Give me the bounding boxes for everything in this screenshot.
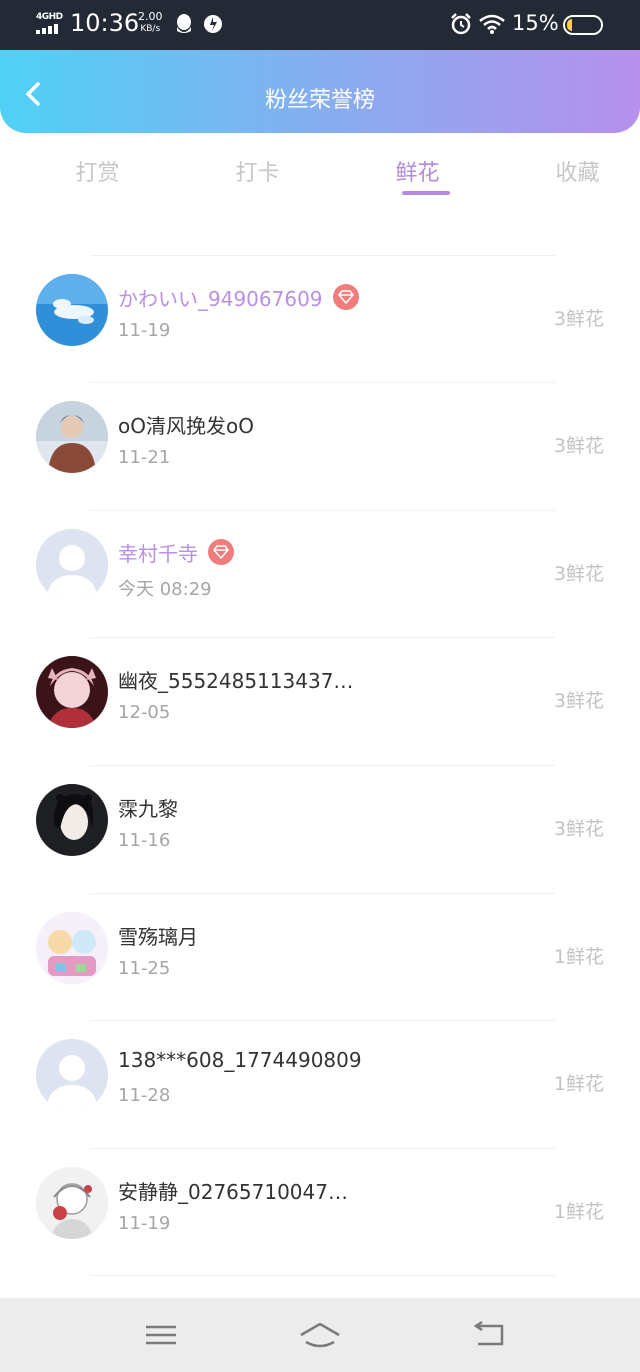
name-line: 霂九黎 bbox=[118, 793, 178, 822]
flower-count: 1鲜花 bbox=[553, 945, 604, 968]
home-icon[interactable] bbox=[298, 1320, 342, 1350]
tab-label: 收藏 bbox=[555, 161, 600, 186]
flower-count: 3鲜花 bbox=[553, 435, 604, 458]
fan-list-item[interactable]: 12-053鲜花 bbox=[0, 218, 640, 256]
tab-label: 打卡 bbox=[235, 161, 280, 186]
diamond-icon bbox=[332, 284, 359, 311]
active-tab-indicator bbox=[402, 191, 450, 195]
name-line: 幸村千寺 bbox=[118, 538, 234, 567]
fan-date: 11-25 bbox=[118, 957, 171, 979]
fan-list-item[interactable]: oO清风挽发oO 11-21 3鲜花 bbox=[0, 383, 640, 511]
fan-list-item[interactable]: 幸村千寺今天 08:29 3鲜花 bbox=[0, 511, 640, 639]
fan-name: 幽夜_5552485113437… bbox=[118, 669, 354, 694]
fan-name: oO清风挽发oO bbox=[118, 414, 254, 439]
flower-count: 3鲜花 bbox=[553, 562, 604, 585]
wifi-icon bbox=[479, 14, 505, 34]
tab-flowers[interactable]: 鲜花 bbox=[355, 133, 480, 217]
speed-unit: KB/s bbox=[140, 24, 161, 34]
tab-reward[interactable]: 打赏 bbox=[35, 133, 160, 217]
app-icon bbox=[204, 15, 222, 33]
network-type: 4GHD bbox=[36, 12, 63, 22]
battery-icon bbox=[563, 15, 603, 35]
name-line: 138***608_1774490809 bbox=[118, 1048, 362, 1072]
fan-list-item[interactable]: かわいい_949067609 11-19 3鲜花 bbox=[0, 256, 640, 384]
fan-date: 11-19 bbox=[118, 1212, 171, 1234]
flower-count: 1鲜花 bbox=[553, 1200, 604, 1223]
name-line: 幽夜_5552485113437… bbox=[118, 665, 353, 694]
name-line: かわいい_949067609 bbox=[118, 283, 359, 312]
avatar[interactable] bbox=[36, 401, 108, 474]
fan-date: 12-05 bbox=[118, 702, 171, 724]
tab-label: 打赏 bbox=[75, 161, 120, 186]
flower-count: 3鲜花 bbox=[553, 690, 604, 713]
fan-date: 11-21 bbox=[118, 447, 171, 469]
fan-name: 安静静_02765710047… bbox=[118, 1179, 348, 1204]
fan-list-item[interactable]: 霂九黎 11-16 3鲜花 bbox=[0, 766, 640, 894]
fan-list-item[interactable]: 138***608_1774490809 11-28 1鲜花 bbox=[0, 1021, 640, 1149]
fan-date: 11-16 bbox=[118, 829, 171, 851]
tab-label: 鲜花 bbox=[395, 161, 440, 186]
fan-name: 138***608_1774490809 bbox=[118, 1048, 362, 1073]
status-bar: 4GHD 10:36 2.00 KB/s 15% bbox=[0, 0, 640, 50]
fan-date: 11-28 bbox=[118, 1085, 171, 1107]
flower-count: 1鲜花 bbox=[553, 1073, 604, 1096]
tab-checkin[interactable]: 打卡 bbox=[195, 133, 320, 217]
name-line: 安静静_02765710047… bbox=[118, 1176, 348, 1205]
network-speed: 2.00 KB/s bbox=[138, 11, 163, 35]
avatar[interactable] bbox=[36, 1166, 108, 1239]
page-title: 粉丝荣誉榜 bbox=[264, 88, 375, 113]
avatar[interactable] bbox=[36, 1039, 108, 1112]
tab-bar: 打赏 打卡 鲜花 收藏 bbox=[0, 133, 640, 217]
fan-name: 幸村千寺 bbox=[118, 541, 198, 566]
tab-favorites[interactable]: 收藏 bbox=[515, 133, 640, 217]
fan-list[interactable]: 12-053鲜花かわいい_94906760911-193鲜花oO清风挽发oO11… bbox=[0, 218, 640, 1298]
fan-date: 11-19 bbox=[118, 319, 171, 341]
avatar[interactable] bbox=[36, 528, 108, 601]
speed-value: 2.00 bbox=[138, 10, 163, 23]
name-line: 雪殇璃月 bbox=[118, 921, 198, 950]
fan-name: 雪殇璃月 bbox=[118, 924, 198, 949]
fan-list-item[interactable]: 安静静_02765710047… 11-19 1鲜花 bbox=[0, 1149, 640, 1277]
avatar[interactable] bbox=[36, 273, 108, 346]
fan-list-item[interactable]: 幽夜_5552485113437… 12-05 3鲜花 bbox=[0, 638, 640, 766]
name-line: oO清风挽发oO bbox=[118, 410, 254, 439]
avatar[interactable] bbox=[36, 656, 108, 729]
clock: 10:36 bbox=[70, 9, 140, 37]
avatar[interactable] bbox=[36, 783, 108, 856]
header: 粉丝荣誉榜 bbox=[0, 50, 640, 133]
alarm-icon bbox=[451, 13, 471, 35]
fan-list-item[interactable]: 雪殇璃月 11-25 1鲜花 bbox=[0, 894, 640, 1022]
fan-date: 今天 08:29 bbox=[118, 578, 212, 600]
back-icon[interactable] bbox=[470, 1320, 506, 1350]
fan-name: かわいい_949067609 bbox=[118, 286, 323, 311]
flower-count: 3鲜花 bbox=[553, 817, 604, 840]
navigation-bar bbox=[0, 1298, 640, 1372]
flower-count: 3鲜花 bbox=[553, 307, 604, 330]
avatar[interactable] bbox=[36, 911, 108, 984]
diamond-icon bbox=[208, 539, 234, 566]
qq-icon bbox=[177, 14, 191, 33]
fan-name: 霂九黎 bbox=[118, 796, 178, 821]
menu-icon[interactable] bbox=[143, 1320, 179, 1350]
cellular-signal-icon: 4GHD bbox=[36, 12, 64, 36]
battery-level bbox=[567, 19, 572, 31]
battery-percent: 15% bbox=[512, 11, 559, 35]
